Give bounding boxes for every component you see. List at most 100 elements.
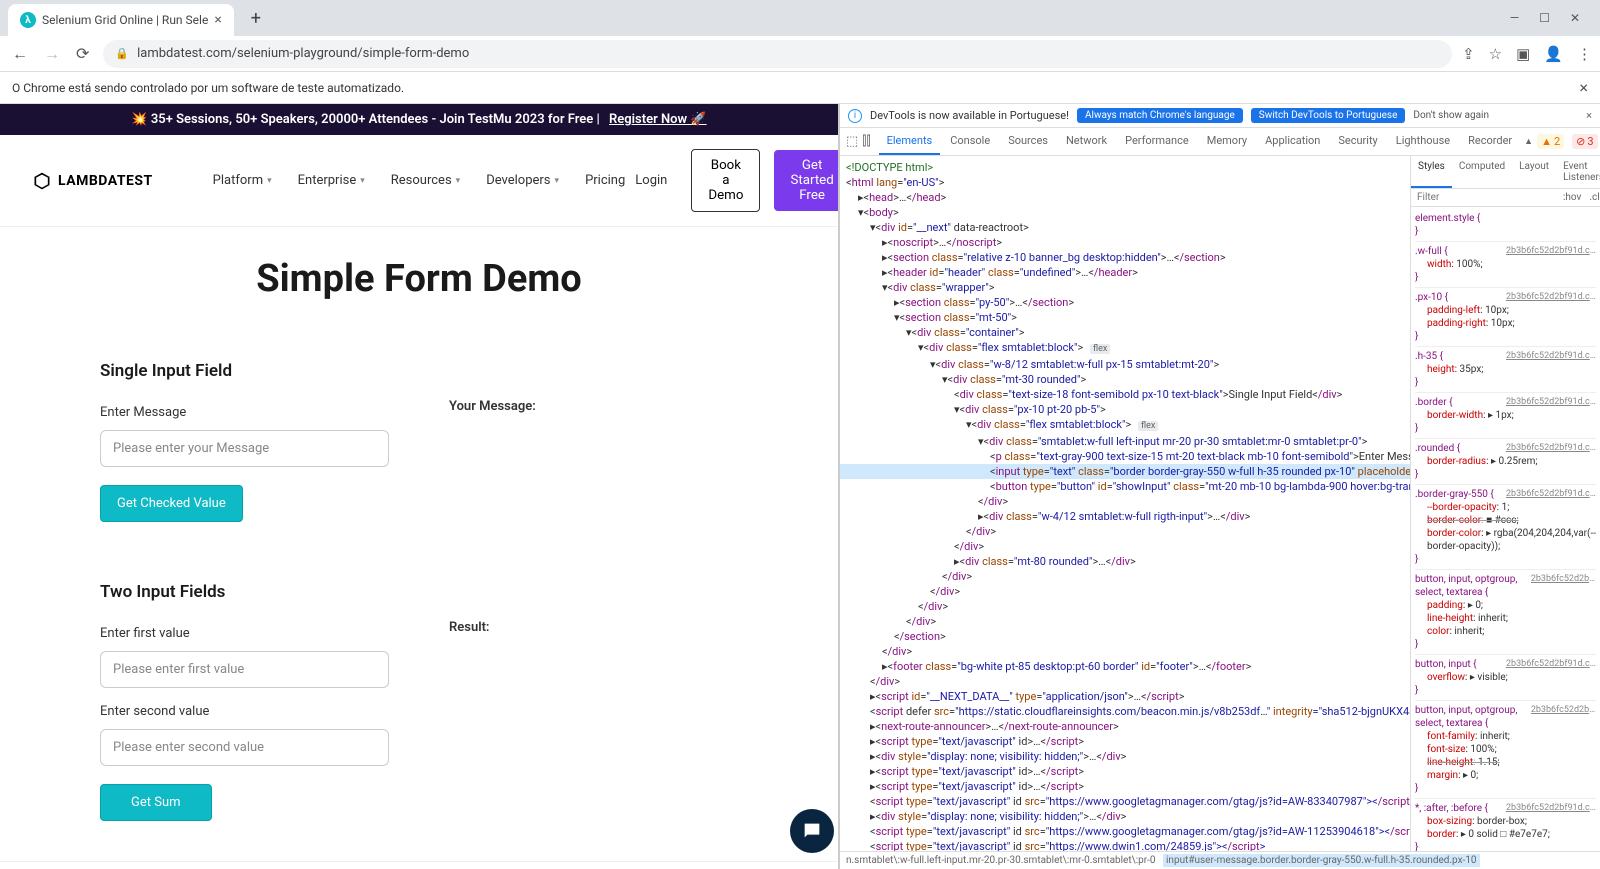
dom-line[interactable]: ▾<section class="mt-50">: [840, 310, 1410, 325]
dom-line[interactable]: <script type="text/javascript" id src="h…: [840, 794, 1410, 809]
infobar-close-icon[interactable]: ×: [1579, 78, 1588, 97]
dom-line[interactable]: <input type="text" class="border border-…: [840, 464, 1410, 479]
nav-platform[interactable]: Platform ▾: [213, 173, 272, 188]
promo-banner[interactable]: 💥 35+ Sessions, 50+ Speakers, 20000+ Att…: [0, 104, 838, 135]
dom-line[interactable]: ▸<div class="w-4/12 smtablet:w-full rigt…: [840, 509, 1410, 524]
dom-line[interactable]: </div>: [840, 599, 1410, 614]
styles-filter-input[interactable]: [1411, 189, 1556, 206]
dom-line[interactable]: ▸<section class="relative z-10 banner_bg…: [840, 250, 1410, 265]
css-rule[interactable]: *, :after, :before {2b3b6fc52d2bf91d.css…: [1415, 799, 1596, 851]
dom-line[interactable]: ▸<script type="text/javascript" id>…</sc…: [840, 764, 1410, 779]
css-rule[interactable]: button, input, optgroup, select, textare…: [1415, 701, 1596, 799]
match-language-button[interactable]: Always match Chrome's language: [1077, 108, 1243, 123]
logo[interactable]: LAMBDATEST: [32, 171, 153, 191]
devtools-tab-sources[interactable]: Sources: [1000, 128, 1056, 155]
css-rule[interactable]: button, input {2b3b6fc52d2bf91d.css:1ove…: [1415, 655, 1596, 701]
warnings-badge[interactable]: ▲2: [1537, 134, 1564, 149]
dom-line[interactable]: ▸<script type="text/javascript" id>…</sc…: [840, 734, 1410, 749]
devtools-tab-console[interactable]: Console: [942, 128, 998, 155]
devtools-tab-lighthouse[interactable]: Lighthouse: [1388, 128, 1458, 155]
css-rule[interactable]: .h-35 {2b3b6fc52d2bf91d.css:1height: 35p…: [1415, 347, 1596, 393]
dom-line[interactable]: ▸<div style="display: none; visibility: …: [840, 749, 1410, 764]
reload-icon[interactable]: ⟳: [76, 44, 89, 64]
dom-line[interactable]: </div>: [840, 494, 1410, 509]
second-value-input[interactable]: [100, 729, 389, 766]
dom-line[interactable]: <script type="text/javascript" id src="h…: [840, 839, 1410, 851]
dom-line[interactable]: ▸<noscript>…</noscript>: [840, 235, 1410, 250]
dom-line[interactable]: ▾<div class="px-10 pt-20 pb-5">: [840, 402, 1410, 417]
css-rule[interactable]: .border-gray-550 {2b3b6fc52d2bf91d.css:1…: [1415, 485, 1596, 570]
css-rule[interactable]: element.style {}: [1415, 209, 1596, 242]
new-tab-button[interactable]: +: [242, 4, 270, 32]
nav-enterprise[interactable]: Enterprise ▾: [298, 173, 365, 188]
url-field[interactable]: 🔒 lambdatest.com/selenium-playground/sim…: [103, 40, 1452, 68]
dom-line[interactable]: </div>: [840, 524, 1410, 539]
devtools-tab-application[interactable]: Application: [1257, 128, 1328, 155]
devtools-tab-elements[interactable]: Elements: [879, 128, 941, 155]
dom-line[interactable]: ▾<div class="smtablet:w-full left-input …: [840, 434, 1410, 449]
dom-line[interactable]: ▾<div id="__next" data-reactroot>: [840, 220, 1410, 235]
tab-close-icon[interactable]: ×: [214, 12, 221, 28]
dom-line[interactable]: <html lang="en-US">: [840, 175, 1410, 190]
book-demo-button[interactable]: Book a Demo: [691, 149, 760, 212]
styles-body[interactable]: element.style {}.w-full {2b3b6fc52d2bf91…: [1411, 207, 1600, 851]
css-rule[interactable]: .rounded {2b3b6fc52d2bf91d.css:1border-r…: [1415, 439, 1596, 485]
errors-badge[interactable]: ⊘3: [1572, 134, 1597, 149]
nav-developers[interactable]: Developers ▾: [486, 173, 559, 188]
devtools-tab-network[interactable]: Network: [1058, 128, 1115, 155]
dom-line[interactable]: ▸<header id="header" class="undefined">……: [840, 265, 1410, 280]
nav-pricing[interactable]: Pricing: [585, 173, 625, 188]
dom-line[interactable]: ▾<div class="flex smtablet:block"> flex: [840, 340, 1410, 357]
dom-line[interactable]: <p class="text-gray-900 text-size-15 mt-…: [840, 449, 1410, 464]
dom-line[interactable]: ▸<section class="py-50">…</section>: [840, 295, 1410, 310]
css-rule[interactable]: button, input, optgroup, select, textare…: [1415, 570, 1596, 655]
get-started-button[interactable]: Get Started Free: [774, 150, 838, 211]
dom-line[interactable]: <div class="text-size-18 font-semibold p…: [840, 387, 1410, 402]
dom-line[interactable]: ▸<next-route-announcer>…</next-route-ann…: [840, 719, 1410, 734]
dom-line[interactable]: </div>: [840, 614, 1410, 629]
dom-line[interactable]: ▾<div class="w-8/12 smtablet:w-full px-1…: [840, 357, 1410, 372]
get-sum-button[interactable]: Get Sum: [100, 784, 212, 821]
dom-line[interactable]: ▸<div class="mt-80 rounded">…</div>: [840, 554, 1410, 569]
filter-opt[interactable]: :hov: [1560, 190, 1584, 205]
close-window-icon[interactable]: ✕: [1570, 11, 1580, 25]
devtools-tab-recorder[interactable]: Recorder: [1460, 128, 1520, 155]
dom-line[interactable]: </div>: [840, 569, 1410, 584]
dom-line[interactable]: ▾<div class="container">: [840, 325, 1410, 340]
dom-line[interactable]: ▾<div class="mt-30 rounded">: [840, 372, 1410, 387]
elements-panel[interactable]: <!DOCTYPE html><html lang="en-US">▸<head…: [840, 156, 1410, 851]
dom-line[interactable]: </div>: [840, 584, 1410, 599]
styles-tab-layout[interactable]: Layout: [1512, 156, 1556, 188]
chat-fab[interactable]: [790, 809, 834, 853]
inspect-icon[interactable]: ⬚: [846, 134, 858, 149]
css-rule[interactable]: .px-10 {2b3b6fc52d2bf91d.css:1padding-le…: [1415, 288, 1596, 347]
filter-opt[interactable]: .cls: [1586, 190, 1600, 205]
first-value-input[interactable]: [100, 651, 389, 688]
devtools-tab-performance[interactable]: Performance: [1117, 128, 1197, 155]
message-input[interactable]: [100, 430, 389, 467]
minimize-icon[interactable]: —: [1510, 11, 1519, 25]
dom-line[interactable]: ▸<footer class="bg-white pt-85 desktop:p…: [840, 659, 1410, 674]
dom-line[interactable]: </section>: [840, 629, 1410, 644]
dom-line[interactable]: ▸<head>…</head>: [840, 190, 1410, 205]
dom-line[interactable]: </div>: [840, 644, 1410, 659]
dom-line[interactable]: ▸<script type="text/javascript" id>…</sc…: [840, 779, 1410, 794]
dom-line[interactable]: ▾<body>: [840, 205, 1410, 220]
dom-line[interactable]: </div>: [840, 539, 1410, 554]
dom-line[interactable]: ▾<div class="flex smtablet:block"> flex: [840, 417, 1410, 434]
dom-line[interactable]: ▸<script id="__NEXT_DATA__" type="applic…: [840, 689, 1410, 704]
switch-language-button[interactable]: Switch DevTools to Portuguese: [1251, 108, 1406, 123]
devtools-tab-memory[interactable]: Memory: [1199, 128, 1255, 155]
dom-line[interactable]: <script defer src="https://static.cloudf…: [840, 704, 1410, 719]
install-icon[interactable]: ▣: [1516, 45, 1530, 63]
css-rule[interactable]: .border {2b3b6fc52d2bf91d.css:1border-wi…: [1415, 393, 1596, 439]
banner-register-link[interactable]: Register Now 🚀: [609, 112, 707, 127]
dont-show-link[interactable]: Don't show again: [1413, 110, 1489, 121]
device-toggle-icon[interactable]: ⫿⫿: [862, 134, 870, 149]
browser-tab[interactable]: λ Selenium Grid Online | Run Sele ×: [8, 4, 234, 36]
login-link[interactable]: Login: [625, 165, 677, 196]
devtools-infobar-close-icon[interactable]: ×: [1586, 109, 1592, 122]
devtools-tab-security[interactable]: Security: [1330, 128, 1385, 155]
dom-line[interactable]: <!DOCTYPE html>: [840, 160, 1410, 175]
dom-line[interactable]: <script type="text/javascript" id src="h…: [840, 824, 1410, 839]
